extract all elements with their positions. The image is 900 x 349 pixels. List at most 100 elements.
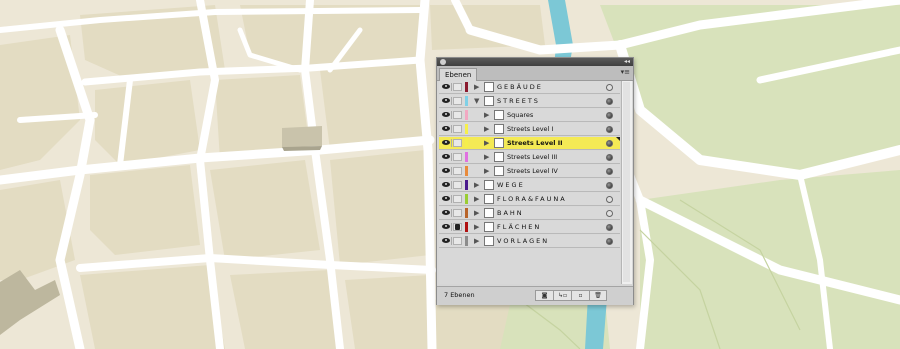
lock-toggle[interactable] [453,167,462,175]
layer-row[interactable]: ▼ STREETS [439,95,620,108]
visibility-toggle[interactable] [441,223,452,231]
layer-thumbnail [484,194,494,204]
selection-indicator [616,137,620,141]
panel-titlebar[interactable]: ◂◂ [437,58,633,66]
lock-toggle[interactable] [453,195,462,203]
layer-thumbnail [484,208,494,218]
layer-name[interactable]: Streets Level IV [507,165,558,178]
lock-toggle[interactable] [453,97,462,105]
layer-color-swatch [465,166,468,176]
layer-row[interactable]: ▶ Squares [439,109,620,122]
triangle-right-icon[interactable]: ▶ [474,222,479,232]
visibility-toggle[interactable] [441,181,452,189]
layer-name[interactable]: STREETS [497,95,540,108]
target-circle-icon[interactable] [606,196,613,203]
layer-row[interactable]: ▶ Streets Level II [439,137,620,150]
layer-color-swatch [465,180,468,190]
triangle-right-icon[interactable]: ▶ [474,208,479,218]
layer-thumbnail [494,166,504,176]
triangle-right-icon[interactable]: ▶ [484,138,489,148]
layer-color-swatch [465,124,468,134]
lock-toggle[interactable] [453,223,462,231]
target-circle-icon[interactable] [606,112,613,119]
triangle-right-icon[interactable]: ▶ [474,194,479,204]
layer-name[interactable]: GEBÄUDE [497,81,543,94]
lock-toggle[interactable] [453,139,462,147]
triangle-right-icon[interactable]: ▶ [484,166,489,176]
layer-color-swatch [465,82,468,92]
target-circle-icon[interactable] [606,210,613,217]
visibility-toggle[interactable] [441,97,452,105]
scrollbar-thumb[interactable] [623,82,630,282]
triangle-right-icon[interactable]: ▶ [484,110,489,120]
layer-row[interactable]: ▶ VORLAGEN [439,235,620,248]
layer-name[interactable]: FLÄCHEN [497,221,541,234]
lock-toggle[interactable] [453,209,462,217]
target-circle-icon[interactable] [606,84,613,91]
target-circle-icon[interactable] [606,126,613,133]
visibility-toggle[interactable] [441,237,452,245]
lock-toggle[interactable] [453,83,462,91]
layer-row[interactable]: ▶ WEGE [439,179,620,192]
eye-icon [442,210,450,215]
target-circle-icon[interactable] [606,182,613,189]
target-circle-icon[interactable] [606,140,613,147]
lock-toggle[interactable] [453,181,462,189]
visibility-toggle[interactable] [441,83,452,91]
new-sublayer-button[interactable]: ↳▫ [553,290,571,301]
lock-toggle[interactable] [453,237,462,245]
triangle-right-icon[interactable]: ▶ [474,82,479,92]
layer-thumbnail [484,96,494,106]
layer-name[interactable]: Streets Level I [507,123,553,136]
visibility-toggle[interactable] [441,209,452,217]
layer-row[interactable]: ▶ Streets Level I [439,123,620,136]
visibility-toggle[interactable] [441,111,452,119]
panel-menu-icon[interactable]: ▾≡ [621,68,630,76]
layer-row[interactable]: ▶ GEBÄUDE [439,81,620,94]
triangle-right-icon[interactable]: ▶ [484,152,489,162]
make-clipping-mask-button[interactable]: ◙ [535,290,553,301]
target-circle-icon[interactable] [606,154,613,161]
triangle-right-icon[interactable]: ▶ [474,236,479,246]
triangle-right-icon[interactable]: ▶ [474,180,479,190]
layer-row[interactable]: ▶ FLORA&FAUNA [439,193,620,206]
collapse-icon[interactable]: ◂◂ [624,58,630,66]
layer-row[interactable]: ▶ FLÄCHEN [439,221,620,234]
layer-name[interactable]: Streets Level II [507,137,563,150]
layer-thumbnail [494,152,504,162]
eye-icon [442,112,450,117]
tab-ebenen[interactable]: Ebenen [439,68,478,81]
layer-row[interactable]: ▶ Streets Level IV [439,165,620,178]
layer-color-swatch [465,110,468,120]
visibility-toggle[interactable] [441,125,452,133]
target-circle-icon[interactable] [606,168,613,175]
delete-layer-button[interactable]: 🗑 [589,290,607,301]
eye-icon [442,154,450,159]
layers-scrollbar[interactable] [621,81,632,284]
lock-toggle[interactable] [453,125,462,133]
target-circle-icon[interactable] [606,98,613,105]
layer-name[interactable]: Streets Level III [507,151,557,164]
visibility-toggle[interactable] [441,139,452,147]
layer-name[interactable]: Squares [507,109,533,122]
target-circle-icon[interactable] [606,238,613,245]
layer-name[interactable]: BAHN [497,207,524,220]
visibility-toggle[interactable] [441,153,452,161]
close-icon[interactable] [440,59,446,65]
lock-toggle[interactable] [453,111,462,119]
new-layer-button[interactable]: ▫ [571,290,589,301]
layer-name[interactable]: VORLAGEN [497,235,549,248]
layer-name[interactable]: FLORA&FAUNA [497,193,567,206]
triangle-right-icon[interactable]: ▶ [484,124,489,134]
layer-name[interactable]: WEGE [497,179,525,192]
eye-icon [442,196,450,201]
layer-row[interactable]: ▶ BAHN [439,207,620,220]
layer-row[interactable]: ▶ Streets Level III [439,151,620,164]
target-circle-icon[interactable] [606,224,613,231]
layer-color-swatch [465,138,468,148]
lock-toggle[interactable] [453,153,462,161]
visibility-toggle[interactable] [441,195,452,203]
visibility-toggle[interactable] [441,167,452,175]
triangle-down-icon[interactable]: ▼ [474,96,479,106]
eye-icon [442,224,450,229]
